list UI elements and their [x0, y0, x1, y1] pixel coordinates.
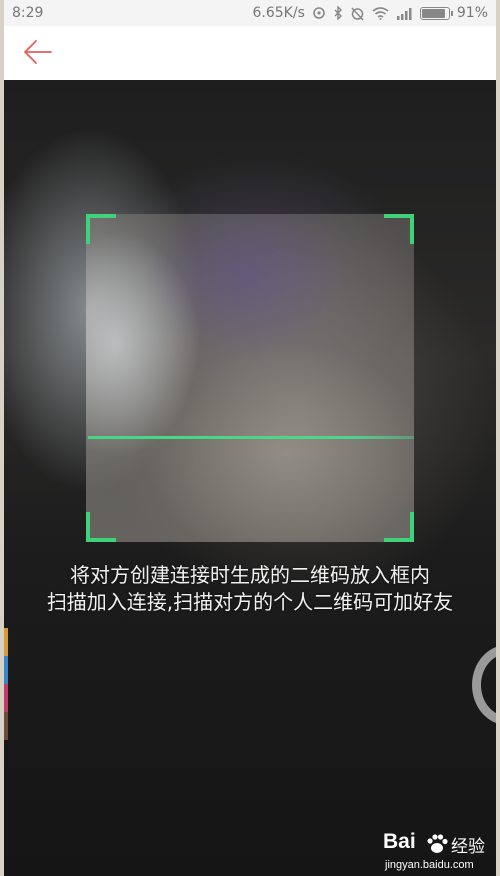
- status-time: 8:29: [12, 5, 44, 21]
- battery-level: [421, 8, 445, 18]
- app-header: [0, 26, 500, 80]
- instruction-line-1: 将对方创建连接时生成的二维码放入框内: [70, 563, 430, 587]
- alarm-off-icon: [350, 6, 365, 21]
- watermark-url: jingyan.baidu.com: [385, 859, 474, 871]
- paw-icon: [427, 834, 448, 853]
- back-arrow-icon: [24, 40, 52, 64]
- frame-edge-right: [496, 0, 500, 876]
- network-speed: 6.65K/s: [252, 5, 305, 21]
- scan-line: [88, 436, 414, 439]
- battery-icon: [419, 6, 453, 20]
- status-bar: 8:29 6.65K/s 91%: [0, 0, 500, 26]
- status-icons: 6.65K/s 91%: [253, 5, 489, 21]
- watermark-jingyan: 经验: [451, 837, 485, 857]
- back-button[interactable]: [22, 38, 54, 68]
- watermark: Bai 经验 jingyan.baidu.com: [383, 830, 498, 874]
- signal-icon: [396, 7, 413, 20]
- scan-window: [86, 214, 414, 542]
- scan-corner-top-left: [86, 214, 116, 244]
- battery-percent: 91%: [456, 5, 488, 21]
- scan-corner-top-right: [384, 214, 414, 244]
- watermark-brand: Bai: [383, 830, 416, 853]
- scan-corner-bottom-right: [384, 512, 414, 542]
- frame-edge-left: [0, 0, 4, 876]
- sync-icon: [312, 6, 326, 20]
- instruction-line-2: 扫描加入连接,扫描对方的个人二维码可加好友: [46, 590, 454, 614]
- bluetooth-icon: [333, 6, 343, 20]
- camera-preview: 将对方创建连接时生成的二维码放入框内 扫描加入连接,扫描对方的个人二维码可加好友…: [0, 80, 500, 876]
- wifi-icon: [372, 6, 389, 20]
- scan-corner-bottom-left: [86, 512, 116, 542]
- scan-instructions: 将对方创建连接时生成的二维码放入框内 扫描加入连接,扫描对方的个人二维码可加好友: [0, 562, 500, 616]
